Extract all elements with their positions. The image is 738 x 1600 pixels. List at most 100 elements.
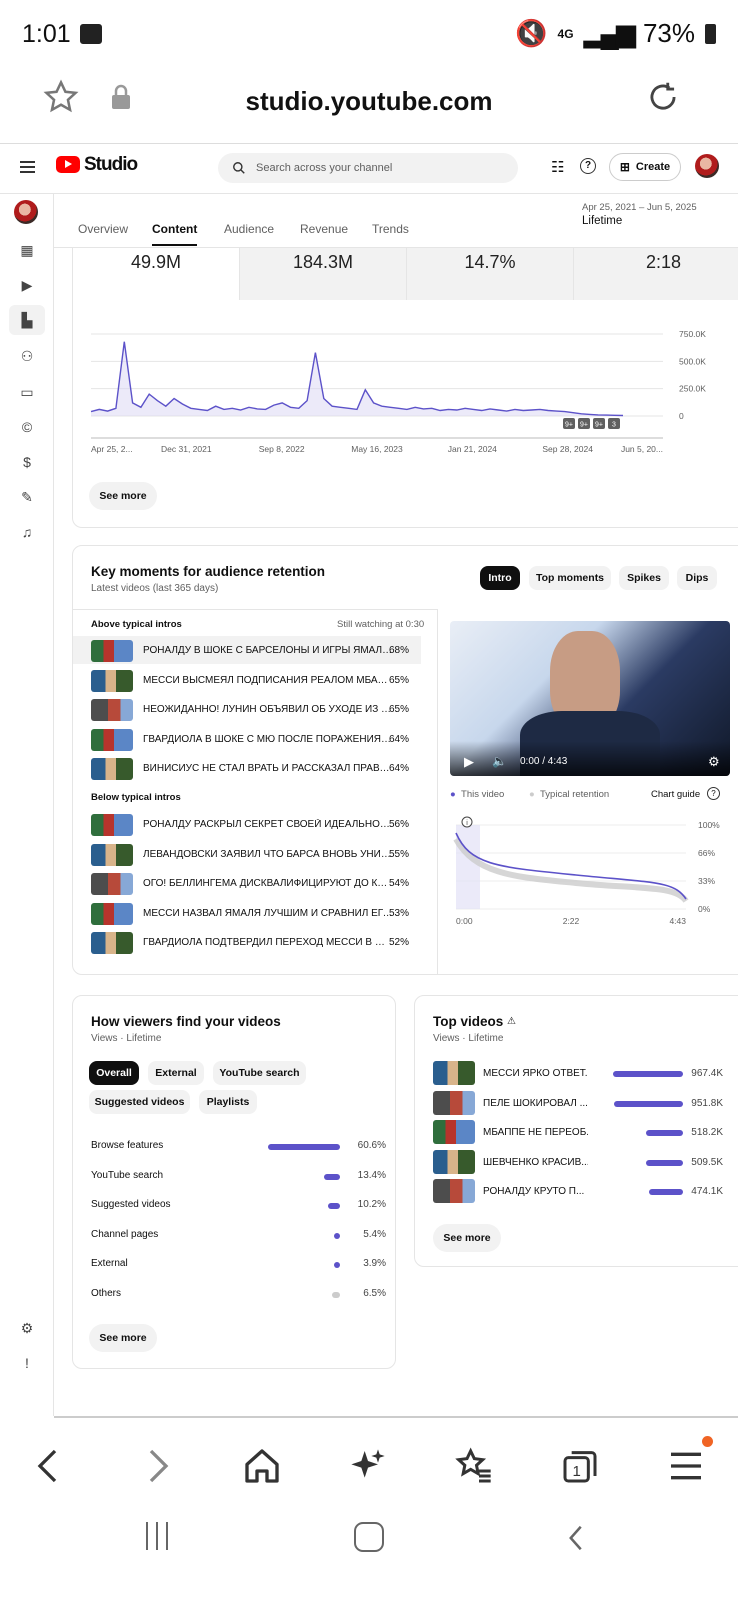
chip-dips[interactable]: Dips [677, 566, 717, 590]
analytics-icon[interactable]: ▙ [9, 305, 45, 335]
video-thumbnail [91, 728, 133, 751]
metric-views[interactable]: 49.9M [73, 248, 239, 300]
retention-chart[interactable]: 100%66%33%0%i0:00 2:22 4:43 [450, 811, 738, 931]
bookmarks-icon[interactable] [454, 1446, 494, 1486]
play-icon[interactable]: ▶ [464, 754, 474, 770]
source-row[interactable]: Others 6.5% [91, 1286, 386, 1302]
top-video-row[interactable]: ШЕВЧЕНКО КРАСИВ... 509.5K [433, 1149, 723, 1176]
settings-icon[interactable]: ⚙ [17, 1318, 37, 1338]
tab-trends[interactable]: Trends [372, 222, 409, 236]
source-label: Browse features [91, 1140, 164, 1151]
system-back-icon[interactable] [562, 1522, 592, 1554]
chip-spikes[interactable]: Spikes [619, 566, 669, 590]
metric-ctr[interactable]: 14.7% [406, 248, 573, 300]
tabs-icon[interactable]: 1 [560, 1446, 600, 1486]
customization-icon[interactable]: ✎ [17, 487, 37, 507]
sources-subtitle: Views · Lifetime [91, 1033, 162, 1044]
legend-typical-dot: ● [528, 789, 535, 800]
retention-video-row[interactable]: МЕССИ НАЗВАЛ ЯМАЛЯ ЛУЧШИМ И СРАВНИЛ ЕГО … [73, 899, 421, 927]
top-video-views: 509.5K [691, 1156, 723, 1168]
reload-icon[interactable] [644, 78, 682, 116]
dashboard-icon[interactable]: ▦ [17, 240, 37, 260]
earn-icon[interactable]: $ [17, 452, 37, 472]
tab-overview[interactable]: Overview [78, 222, 128, 236]
url-text[interactable]: studio.youtube.com [0, 86, 738, 117]
home-icon[interactable] [242, 1446, 282, 1486]
sparkle-icon[interactable] [348, 1446, 388, 1486]
source-row[interactable]: Suggested videos 10.2% [91, 1197, 386, 1213]
audio-library-icon[interactable]: ♫ [17, 522, 37, 542]
feedback-list-icon[interactable]: ☷ [551, 158, 564, 176]
player-settings-icon[interactable]: ⚙ [708, 754, 720, 770]
tab-revenue[interactable]: Revenue [300, 222, 348, 236]
back-icon[interactable] [30, 1446, 70, 1486]
retention-video-row[interactable]: РОНАЛДУ РАСКРЫЛ СЕКРЕТ СВОЕЙ ИДЕАЛЬНОЙ Ф… [73, 810, 421, 838]
volume-icon[interactable]: 🔈 [492, 754, 507, 768]
video-thumbnail [91, 932, 133, 954]
source-row[interactable]: YouTube search 13.4% [91, 1168, 386, 1184]
chart-see-more-button[interactable]: See more [89, 482, 157, 510]
recent-apps-icon[interactable] [146, 1522, 176, 1552]
community-icon[interactable]: ⚇ [17, 346, 37, 366]
forward-icon[interactable] [136, 1446, 176, 1486]
left-rail: ▦ ▶ ▙ ⚇ ▭ © $ ✎ ♫ ⚙ ! [0, 194, 54, 1416]
studio-logo-text[interactable]: Studio [84, 154, 138, 176]
send-feedback-icon[interactable]: ! [17, 1353, 37, 1373]
source-label: Others [91, 1288, 122, 1299]
retention-video-row[interactable]: НЕОЖИДАННО! ЛУНИН ОБЪЯВИЛ ОБ УХОДЕ ИЗ РЕ… [73, 695, 421, 723]
chip-top-moments[interactable]: Top moments [529, 566, 611, 590]
source-row[interactable]: Channel pages 5.4% [91, 1227, 386, 1243]
copyright-icon[interactable]: © [17, 417, 37, 437]
create-button[interactable]: ⊞ Create [609, 153, 681, 181]
source-label: YouTube search [91, 1169, 164, 1181]
youtube-logo-icon[interactable] [56, 156, 80, 173]
account-avatar[interactable] [695, 154, 719, 178]
create-label: Create [635, 161, 671, 173]
date-range-text[interactable]: Apr 25, 2021 – Jun 5, 2025 [582, 202, 697, 213]
metric-avg-duration[interactable]: 2:18 [573, 248, 738, 300]
video-player[interactable]: ▶ 🔈 0:00 / 4:43 ⚙ [450, 621, 730, 776]
help-icon[interactable]: ? [580, 158, 596, 174]
retention-video-row[interactable]: ГВАРДИОЛА ПОДТВЕРДИЛ ПЕРЕХОД МЕССИ В МАН… [73, 928, 421, 956]
source-row[interactable]: Browse features 60.6% [91, 1138, 386, 1154]
metric-impressions[interactable]: 184.3M [239, 248, 406, 300]
source-bar [332, 1292, 340, 1298]
top-video-row[interactable]: ПЕЛЕ ШОКИРОВАЛ ... 951.8K [433, 1090, 723, 1117]
chart-guide-link[interactable]: Chart guide [651, 789, 700, 800]
retention-video-row[interactable]: РОНАЛДУ В ШОКЕ С БАРСЕЛОНЫ И ИГРЫ ЯМАЛЯ … [73, 636, 421, 664]
source-bar [334, 1262, 340, 1269]
chip-intro[interactable]: Intro [480, 566, 520, 590]
tab-content[interactable]: Content [152, 222, 198, 246]
chip-youtube-search[interactable]: YouTube search [213, 1061, 306, 1085]
search-input[interactable]: Search across your channel [218, 153, 518, 183]
content-icon[interactable]: ▶ [17, 275, 37, 295]
retention-video-row[interactable]: ОГО! БЕЛЛИНГЕМА ДИСКВАЛИФИЦИРУЮТ ДО КОНЦ… [73, 869, 421, 897]
chart-guide-help-icon[interactable]: ? [707, 787, 720, 800]
channel-avatar[interactable] [14, 200, 38, 224]
top-video-row[interactable]: РОНАЛДУ КРУТО П... 474.1K [433, 1179, 723, 1205]
date-range-label[interactable]: Lifetime [582, 215, 622, 227]
subtitles-icon[interactable]: ▭ [17, 382, 37, 402]
retention-video-row[interactable]: ГВАРДИОЛА В ШОКЕ С МЮ ПОСЛЕ ПОРАЖЕНИЯ И … [73, 725, 421, 753]
retention-video-row[interactable]: ЛЕВАНДОВСКИ ЗАЯВИЛ ЧТО БАРСА ВНОВЬ УНИЧТ… [73, 840, 421, 868]
source-percent: 13.4% [357, 1169, 386, 1181]
system-home-icon[interactable] [354, 1522, 384, 1552]
tab-audience[interactable]: Audience [224, 222, 274, 236]
source-row[interactable]: External 3.9% [91, 1256, 386, 1272]
menu-hamburger-icon[interactable] [666, 1446, 706, 1486]
views-line-chart[interactable]: 750.0K 500.0K 250.0K 0 Apr 25, 2... Dec 31, 2… [73, 320, 723, 470]
chip-playlists[interactable]: Playlists [199, 1090, 257, 1114]
video-percent: 65% [388, 674, 409, 686]
top-video-row[interactable]: МЕССИ ЯРКО ОТВЕТ... 967.4K [433, 1061, 723, 1087]
retention-video-row[interactable]: МЕССИ ВЫСМЕЯЛ ПОДПИСАНИЯ РЕАЛОМ МБАППЕ .… [73, 666, 421, 694]
top-videos-see-more-button[interactable]: See more [433, 1224, 501, 1252]
sources-see-more-button[interactable]: See more [89, 1324, 157, 1352]
chip-external[interactable]: External [148, 1061, 204, 1085]
battery-label: 73% [642, 18, 695, 48]
chip-suggested-videos[interactable]: Suggested videos [89, 1090, 190, 1114]
video-percent: 68% [388, 645, 409, 656]
chip-overall[interactable]: Overall [89, 1061, 139, 1085]
top-video-row[interactable]: МБАППЕ НЕ ПЕРЕОБ... 518.2K [433, 1120, 723, 1146]
retention-video-row[interactable]: ВИНИСИУС НЕ СТАЛ ВРАТЬ И РАССКАЗАЛ ПРАВД… [73, 754, 421, 782]
menu-icon[interactable] [20, 161, 35, 173]
